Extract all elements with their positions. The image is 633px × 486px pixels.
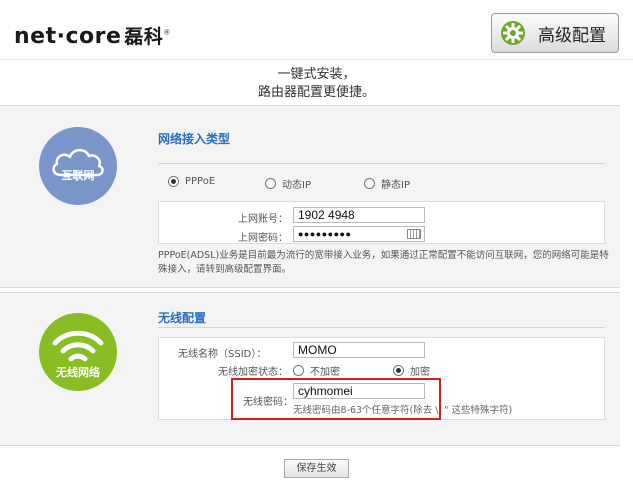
advanced-config-button[interactable]: 高级配置 bbox=[491, 13, 619, 53]
encrypt-label: 无线加密状态： bbox=[218, 367, 288, 378]
radio-pppoe[interactable]: PPPoE bbox=[168, 176, 215, 187]
password-input[interactable]: ●●●●●●●●● bbox=[293, 226, 425, 242]
radio-encrypt[interactable]: 加密 bbox=[393, 363, 430, 378]
internet-icon-label: 互联网 bbox=[61, 169, 95, 182]
radio-label: 静态IP bbox=[381, 180, 410, 191]
radio-label: PPPoE bbox=[185, 176, 216, 187]
radio-button[interactable] bbox=[393, 365, 404, 376]
internet-circle: 互联网 bbox=[39, 127, 117, 205]
netcore-logo: net·core 磊科® bbox=[14, 22, 171, 49]
advanced-config-label: 高级配置 bbox=[538, 25, 606, 45]
wireless-circle: 无线网络 bbox=[39, 313, 117, 391]
radio-static-ip[interactable]: 静态IP bbox=[364, 176, 410, 191]
wireless-icon-label: 无线网络 bbox=[56, 366, 100, 379]
account-input[interactable]: 1902 4948 bbox=[293, 207, 425, 223]
radio-button[interactable] bbox=[265, 178, 276, 189]
logo-text: net·core bbox=[14, 24, 122, 49]
divider bbox=[158, 163, 605, 164]
logo-cn: 磊科 bbox=[124, 26, 164, 48]
radio-button[interactable] bbox=[293, 365, 304, 376]
pppoe-note: PPPoE(ADSL)业务是目前最为流行的宽带接入业务，如果通过正常配置不能访问… bbox=[158, 250, 609, 275]
internet-section-title: 网络接入类型 bbox=[158, 132, 231, 146]
ssid-label: 无线名称（SSID）： bbox=[178, 349, 267, 360]
ssid-input[interactable]: MOMO bbox=[293, 342, 425, 358]
divider bbox=[158, 327, 605, 328]
password-label: 上网密码： bbox=[238, 233, 288, 244]
radio-button[interactable] bbox=[168, 176, 179, 187]
slogan-line2: 路由器配置更便捷。 bbox=[257, 85, 375, 100]
logo-reg: ® bbox=[163, 28, 171, 37]
account-label: 上网账号： bbox=[238, 214, 288, 225]
slogan-line1: 一键式安装， bbox=[277, 67, 356, 82]
gear-icon bbox=[501, 21, 525, 45]
save-button[interactable]: 保存生效 bbox=[284, 459, 349, 478]
wireless-section-title: 无线配置 bbox=[158, 311, 207, 325]
cloud-icon bbox=[52, 148, 104, 177]
radio-label: 动态IP bbox=[282, 180, 311, 191]
radio-dynamic-ip[interactable]: 动态IP bbox=[265, 176, 311, 191]
radio-button[interactable] bbox=[364, 178, 375, 189]
highlight-box bbox=[231, 378, 441, 420]
radio-label: 不加密 bbox=[310, 367, 340, 378]
keyboard-icon[interactable] bbox=[407, 229, 421, 239]
header: net·core 磊科® 高级配置 bbox=[0, 0, 633, 60]
password-mask: ●●●●●●●●● bbox=[298, 229, 352, 239]
radio-label: 加密 bbox=[410, 367, 430, 378]
radio-no-encrypt[interactable]: 不加密 bbox=[293, 363, 340, 378]
